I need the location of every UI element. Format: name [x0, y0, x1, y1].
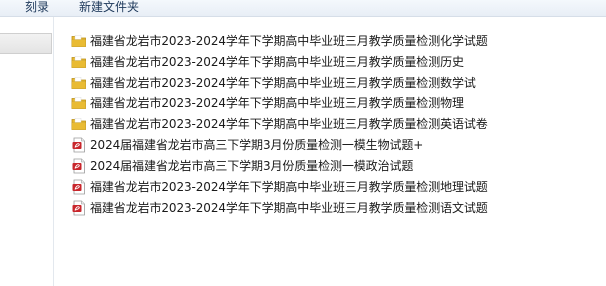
folder-icon	[71, 116, 87, 132]
navigation-pane[interactable]	[0, 17, 54, 286]
file-item-pdf[interactable]: 福建省龙岩市2023-2024学年下学期高中毕业班三月教学质量检测地理试题	[71, 176, 488, 197]
pdf-icon	[71, 158, 87, 174]
file-name: 福建省龙岩市2023-2024学年下学期高中毕业班三月教学质量检测语文试题	[90, 200, 488, 215]
file-name: 2024届福建省龙岩市高三下学期3月份质量检测一模生物试题+	[90, 137, 424, 152]
file-name: 福建省龙岩市2023-2024学年下学期高中毕业班三月教学质量检测数学试	[90, 75, 476, 90]
file-item-folder[interactable]: 福建省龙岩市2023-2024学年下学期高中毕业班三月教学质量检测数学试	[71, 72, 476, 93]
folder-icon	[71, 54, 87, 70]
file-name: 2024届福建省龙岩市高三下学期3月份质量检测一模政治试题	[90, 158, 414, 173]
pdf-icon	[71, 137, 87, 153]
folder-icon	[71, 75, 87, 91]
folder-icon	[71, 33, 87, 49]
file-name: 福建省龙岩市2023-2024学年下学期高中毕业班三月教学质量检测化学试题	[90, 33, 488, 48]
new-folder-button[interactable]: 新建文件夹	[73, 0, 145, 16]
explorer-window: 刻录 新建文件夹 福建省龙岩市2023-2024学年下学期高中毕业班三月教学质量…	[0, 0, 606, 286]
nav-selected-item[interactable]	[0, 33, 52, 54]
file-item-pdf[interactable]: 福建省龙岩市2023-2024学年下学期高中毕业班三月教学质量检测语文试题	[71, 197, 488, 218]
file-name: 福建省龙岩市2023-2024学年下学期高中毕业班三月教学质量检测历史	[90, 54, 464, 69]
file-item-pdf[interactable]: 2024届福建省龙岩市高三下学期3月份质量检测一模生物试题+	[71, 134, 423, 155]
file-item-folder[interactable]: 福建省龙岩市2023-2024学年下学期高中毕业班三月教学质量检测历史	[71, 51, 464, 72]
file-name: 福建省龙岩市2023-2024学年下学期高中毕业班三月教学质量检测地理试题	[90, 179, 488, 194]
file-item-folder[interactable]: 福建省龙岩市2023-2024学年下学期高中毕业班三月教学质量检测化学试题	[71, 30, 488, 51]
pdf-icon	[71, 200, 87, 216]
file-item-pdf[interactable]: 2024届福建省龙岩市高三下学期3月份质量检测一模政治试题	[71, 155, 413, 176]
pdf-icon	[71, 179, 87, 195]
file-list: 福建省龙岩市2023-2024学年下学期高中毕业班三月教学质量检测化学试题 福建…	[54, 17, 606, 286]
command-bar: 刻录 新建文件夹	[0, 0, 606, 17]
file-item-folder[interactable]: 福建省龙岩市2023-2024学年下学期高中毕业班三月教学质量检测物理	[71, 92, 464, 113]
burn-button[interactable]: 刻录	[19, 0, 55, 16]
file-name: 福建省龙岩市2023-2024学年下学期高中毕业班三月教学质量检测英语试卷	[90, 116, 488, 131]
folder-icon	[71, 95, 87, 111]
file-name: 福建省龙岩市2023-2024学年下学期高中毕业班三月教学质量检测物理	[90, 95, 464, 110]
file-item-folder[interactable]: 福建省龙岩市2023-2024学年下学期高中毕业班三月教学质量检测英语试卷	[71, 113, 488, 134]
